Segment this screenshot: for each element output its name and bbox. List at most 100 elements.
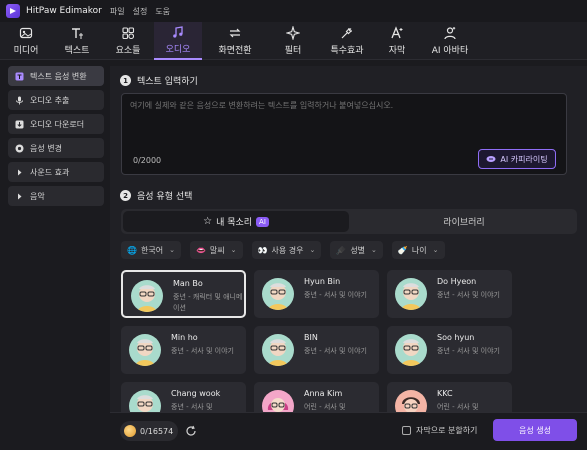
ai-copywriting-button[interactable]: AI 카피라이팅 xyxy=(478,149,556,169)
toolbar-label: AI 아바타 xyxy=(431,46,469,56)
tts-text-input[interactable] xyxy=(130,100,550,140)
step-number: 2 xyxy=(120,190,131,201)
effects-icon xyxy=(341,28,352,39)
sidebar-item-sound-effects[interactable]: 사운드 효과 xyxy=(8,162,104,182)
chevron-down-icon: ⌄ xyxy=(371,246,377,254)
menu-settings[interactable]: 설정 xyxy=(133,6,148,17)
text-icon xyxy=(72,28,83,39)
gender-icon: 🪮 xyxy=(336,245,347,255)
filter-age[interactable]: 🍼 나이 ⌄ xyxy=(391,241,445,259)
sidebar-item-audio-downloader[interactable]: 오디오 다운로더 xyxy=(8,114,104,134)
step-number: 1 xyxy=(120,75,131,86)
voice-card[interactable]: BIN 중년 - 서사 및 이야기 xyxy=(254,326,379,374)
voice-card[interactable]: KKC 어린 - 서사 및 xyxy=(387,382,512,412)
toolbar-label: 화면전환 xyxy=(218,46,252,56)
avatar xyxy=(129,334,161,366)
split-subtitles-label: 자막으로 분할하기 xyxy=(416,426,478,435)
voice-card[interactable]: Hyun Bin 중년 - 서사 및 이야기 xyxy=(254,270,379,318)
step1-heading: 1 텍스트 입력하기 xyxy=(120,74,198,87)
avatar xyxy=(129,390,161,412)
transition-icon xyxy=(229,28,241,38)
sidebar-item-label: 음성 변경 xyxy=(30,143,62,153)
toolbar-text[interactable]: 텍스트 xyxy=(52,22,102,60)
split-subtitles-option[interactable]: 자막으로 분할하기 xyxy=(402,425,477,436)
toolbar-transition[interactable]: 화면전환 xyxy=(202,22,268,60)
toolbar-audio[interactable]: 오디오 xyxy=(154,22,202,60)
avatar xyxy=(262,390,294,412)
step2-heading: 2 음성 유형 선택 xyxy=(120,189,192,202)
voice-card[interactable]: Do Hyeon 중년 - 서사 및 이야기 xyxy=(387,270,512,318)
filter-use-case[interactable]: 👀 사용 경우 ⌄ xyxy=(251,241,322,259)
split-subtitles-checkbox[interactable] xyxy=(402,426,411,435)
toolbar-subtitle[interactable]: 자막 xyxy=(376,22,418,60)
filter-gender[interactable]: 🪮 성별 ⌄ xyxy=(330,241,383,259)
voice-change-icon xyxy=(15,144,24,153)
filter-language[interactable]: 🌐 한국어 ⌄ xyxy=(121,241,181,259)
filter-label: 나이 xyxy=(411,245,427,255)
app-title: HitPaw Edimakor xyxy=(26,6,102,16)
media-icon xyxy=(19,27,33,39)
avatar xyxy=(395,390,427,412)
elements-icon xyxy=(122,27,135,40)
sidebar-item-music[interactable]: 음악 xyxy=(8,186,104,206)
tab-library-label: 라이브러리 xyxy=(443,218,485,228)
voice-description: 중년 - 서사 및 이야기 xyxy=(171,347,234,355)
credits-value: 0/16574 xyxy=(140,426,174,436)
toolbar-label: 자막 xyxy=(388,46,406,56)
sidebar-item-label: 텍스트 음성 변환 xyxy=(30,71,87,81)
toolbar-elements[interactable]: 요소들 xyxy=(102,22,154,60)
tab-my-voice-label: 내 목소리 xyxy=(216,218,253,228)
filter-icon xyxy=(286,26,300,40)
avatar-icon xyxy=(444,27,456,40)
sidebar-item-voice-change[interactable]: 음성 변경 xyxy=(8,138,104,158)
audio-sidebar: 텍스트 음성 변환 오디오 추출 오디오 다운로더 음성 변경 사운드 효과 음… xyxy=(8,66,104,210)
voice-card[interactable]: Soo hyun 중년 - 서사 및 이야기 xyxy=(387,326,512,374)
star-icon: ☆ xyxy=(203,216,213,227)
voice-card[interactable]: Man Bo 중년 - 캐릭터 및 애니메이션 xyxy=(121,270,246,318)
voice-card[interactable]: Anna Kim 어린 - 서사 및 xyxy=(254,382,379,412)
avatar xyxy=(131,280,163,312)
avatar xyxy=(262,278,294,310)
voice-description: 중년 - 서사 및 이야기 xyxy=(437,291,500,299)
sidebar-item-audio-extract[interactable]: 오디오 추출 xyxy=(8,90,104,110)
voice-name: KKC xyxy=(437,389,453,398)
chevron-down-icon: ⌄ xyxy=(230,246,237,254)
voice-description: 어린 - 서사 및 xyxy=(437,403,479,411)
toolbar-ai-avatar[interactable]: AI 아바타 xyxy=(418,22,482,60)
chevron-down-icon: ⌄ xyxy=(169,246,175,254)
tts-icon xyxy=(15,72,24,81)
mic-icon xyxy=(15,96,24,105)
toolbar-label: 요소들 xyxy=(115,46,141,56)
voice-description: 중년 - 서사 및 이야기 xyxy=(304,347,367,355)
sidebar-item-label: 오디오 다운로더 xyxy=(30,119,85,129)
tab-my-voice[interactable]: ☆ 내 목소리 AI xyxy=(123,211,349,232)
voice-card[interactable]: Chang wook 중년 - 서사 및 xyxy=(121,382,246,412)
voice-description: 중년 - 캐릭터 및 애니메이션 xyxy=(173,293,243,312)
voice-tabs: ☆ 내 목소리 AI 라이브러리 xyxy=(121,209,577,234)
sidebar-item-tts[interactable]: 텍스트 음성 변환 xyxy=(8,66,104,86)
lips-icon: 👄 xyxy=(195,245,206,255)
globe-icon: 🌐 xyxy=(127,245,137,255)
toolbar-effects[interactable]: 특수효과 xyxy=(318,22,376,60)
app-logo-icon xyxy=(6,4,20,18)
toolbar-media[interactable]: 미디어 xyxy=(0,22,52,60)
voice-description: 중년 - 서사 및 이야기 xyxy=(437,347,500,355)
text-input-box: 0/2000 AI 카피라이팅 xyxy=(121,93,567,175)
menu-help[interactable]: 도움 xyxy=(155,6,170,17)
music-note-icon xyxy=(173,26,183,38)
tab-library[interactable]: 라이브러리 xyxy=(351,209,577,234)
bottom-bar: 0/16574 자막으로 분할하기 음성 생성 xyxy=(110,412,587,450)
toolbar-label: 특수효과 xyxy=(330,46,364,56)
subtitle-icon xyxy=(391,26,403,39)
voice-name: BIN xyxy=(304,333,318,342)
sidebar-item-label: 음악 xyxy=(30,191,45,201)
toolbar-filter[interactable]: 필터 xyxy=(268,22,318,60)
step1-title: 텍스트 입력하기 xyxy=(137,77,198,87)
generate-voice-button[interactable]: 음성 생성 xyxy=(493,419,577,441)
filter-accent[interactable]: 👄 말씨 ⌄ xyxy=(189,241,243,259)
filter-label: 사용 경우 xyxy=(271,245,304,255)
menu-file[interactable]: 파일 xyxy=(110,6,125,17)
refresh-icon[interactable] xyxy=(185,425,197,437)
voice-card[interactable]: Min ho 중년 - 서사 및 이야기 xyxy=(121,326,246,374)
toolbar-label: 텍스트 xyxy=(64,46,90,56)
